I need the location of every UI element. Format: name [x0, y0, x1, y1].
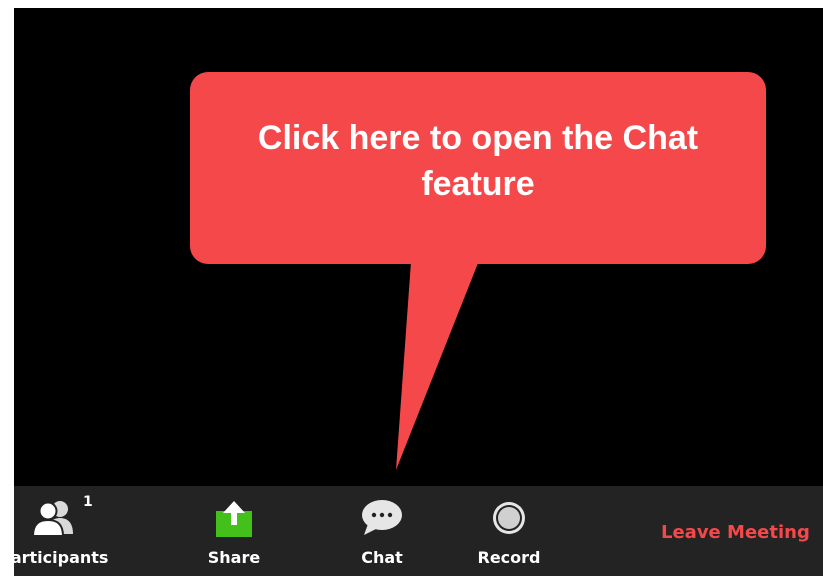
participants-icon: 1	[31, 494, 93, 538]
chat-label: Chat	[361, 548, 403, 567]
share-icon	[214, 498, 254, 538]
meeting-video-area: Click here to open the Chat feature 1 Pa…	[14, 8, 823, 576]
share-button[interactable]: Share	[194, 486, 274, 576]
record-label: Record	[477, 548, 541, 567]
leave-meeting-button[interactable]: Leave Meeting	[661, 522, 810, 543]
participants-button[interactable]: 1 Participants	[14, 486, 124, 576]
callout-bubble: Click here to open the Chat feature	[190, 72, 766, 264]
chat-bubble-icon	[360, 498, 404, 538]
record-button[interactable]: Record	[464, 486, 554, 576]
meeting-toolbar: 1 Participants Share	[14, 486, 823, 576]
participants-label: Participants	[14, 548, 109, 567]
callout-text: Click here to open the Chat feature	[257, 119, 699, 203]
chat-button[interactable]: Chat	[342, 486, 422, 576]
participant-count: 1	[83, 494, 93, 510]
record-icon	[491, 498, 527, 538]
share-label: Share	[207, 548, 261, 567]
